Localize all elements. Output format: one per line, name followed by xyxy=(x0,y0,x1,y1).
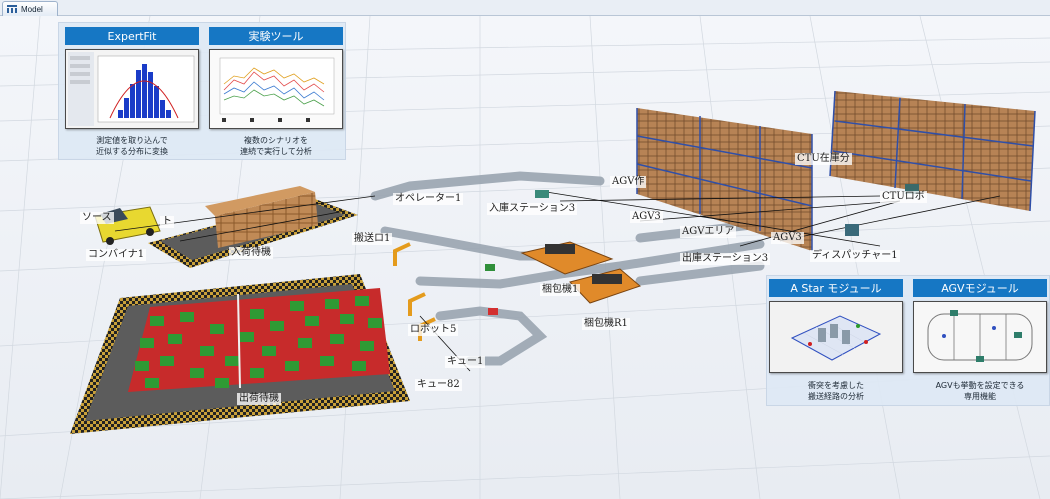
label-queue82: キュー82 xyxy=(415,379,462,391)
agv-header: AGVモジュール xyxy=(913,279,1047,297)
flexsim-window: Model ソース ト コンバイナ1 入荷待機 オペレーター1 入庫ステーション… xyxy=(0,0,1050,499)
experiment-caption: 複数のシナリオを 連続で実行して分析 xyxy=(240,136,312,156)
label-operator: オペレーター1 xyxy=(393,193,464,205)
feature-panel-top: ExpertFit 測定値を取り込んで 近似する分布に変換 実験ツール 複数のシ… xyxy=(58,22,346,160)
label-combiner: コンバイナ1 xyxy=(86,249,147,261)
label-queue1: キュー1 xyxy=(445,356,486,368)
histogram-chart-icon xyxy=(66,50,198,128)
label-ctu-robot: CTUロボ xyxy=(880,191,927,203)
label-inbound-wait: 入荷待機 xyxy=(229,247,273,259)
label-receiving-station: 入庫ステーション3 xyxy=(487,203,578,215)
3d-model-view[interactable]: ソース ト コンバイナ1 入荷待機 オペレーター1 入庫ステーション3 AGV作… xyxy=(0,16,1050,499)
model-tree-icon xyxy=(6,4,18,14)
astar-thumbnail[interactable] xyxy=(769,301,903,373)
label-agv-mid: AGVエリア xyxy=(680,226,737,238)
label-source-suffix: ト xyxy=(160,216,174,228)
label-source: ソース xyxy=(80,212,114,224)
agv-caption: AGVも挙動を設定できる 専用機能 xyxy=(935,381,1025,401)
label-robot1: 搬送ロ1 xyxy=(352,233,393,245)
label-agv-top: AGV作 xyxy=(610,176,647,188)
label-robot-arm: ロボット5 xyxy=(408,324,459,336)
feature-panel-bottom: A Star モジュール 衝突を考慮した 搬送経路の分析 AGVモジュール AG… xyxy=(766,275,1050,406)
astar-caption: 衝突を考慮した 搬送経路の分析 xyxy=(808,381,864,401)
astar-header: A Star モジュール xyxy=(769,279,903,297)
line-chart-icon xyxy=(210,50,342,128)
expertfit-thumbnail[interactable] xyxy=(65,49,199,129)
agv-track-icon xyxy=(914,302,1046,372)
label-outbound-wait: 出荷待機 xyxy=(237,393,281,405)
label-agv3-right: AGV3 xyxy=(771,232,804,244)
tab-model-label: Model xyxy=(21,4,43,14)
tab-strip: Model xyxy=(0,0,1050,16)
tab-model[interactable]: Model xyxy=(2,1,58,16)
label-packer1: 梱包機1 xyxy=(540,284,581,296)
label-agv3: AGV3 xyxy=(630,211,663,223)
path-grid-icon xyxy=(770,302,902,372)
agv-thumbnail[interactable] xyxy=(913,301,1047,373)
label-ctu-storage: CTU在庫分 xyxy=(795,153,852,165)
label-packer-r1: 梱包機R1 xyxy=(582,318,630,330)
experiment-header: 実験ツール xyxy=(209,27,343,45)
label-shipping-station: 出庫ステーション3 xyxy=(680,253,771,265)
label-dispatcher: ディスパッチャー1 xyxy=(810,250,900,262)
expertfit-header: ExpertFit xyxy=(65,27,199,45)
expertfit-caption: 測定値を取り込んで 近似する分布に変換 xyxy=(96,136,168,156)
experiment-thumbnail[interactable] xyxy=(209,49,343,129)
